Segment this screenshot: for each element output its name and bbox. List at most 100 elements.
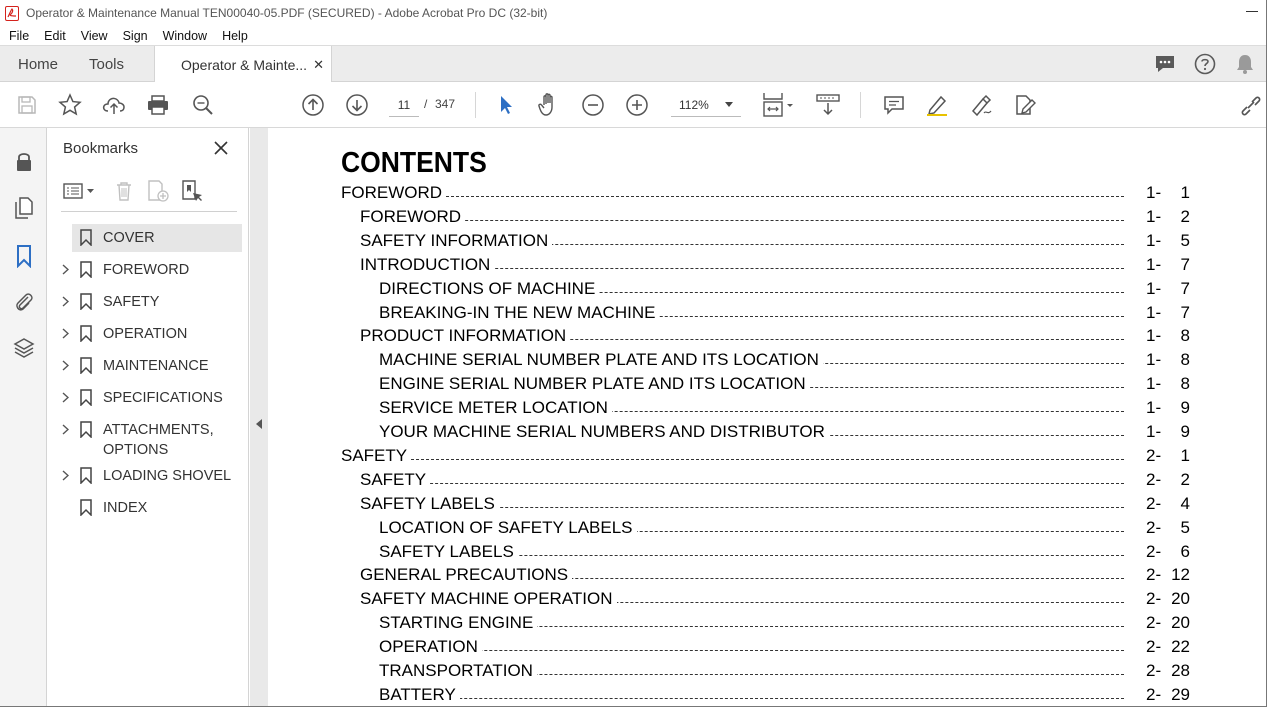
page-fit-icon[interactable]	[760, 92, 796, 118]
menu-file[interactable]: File	[9, 29, 29, 43]
chevron-right-icon[interactable]	[61, 423, 69, 435]
toc-row[interactable]: PRODUCT INFORMATION 1- 8	[268, 326, 1267, 350]
chevron-right-icon[interactable]	[61, 391, 69, 403]
share-link-icon[interactable]	[1238, 92, 1264, 118]
bookmark-flag-icon	[80, 228, 92, 246]
star-icon[interactable]	[57, 92, 83, 118]
edit-pdf-icon[interactable]	[1012, 92, 1038, 118]
hand-tool-icon[interactable]	[536, 92, 562, 118]
find-bookmark-icon[interactable]	[179, 178, 205, 204]
bookmark-item-safety[interactable]: SAFETY	[47, 288, 249, 316]
select-cursor-icon[interactable]	[493, 92, 519, 118]
menu-window[interactable]: Window	[163, 29, 207, 43]
toc-page-number: 1	[1180, 445, 1190, 465]
delete-bookmark-icon[interactable]	[111, 178, 137, 204]
toc-row[interactable]: BREAKING-IN THE NEW MACHINE 1- 7	[268, 302, 1267, 327]
bookmark-item-specifications[interactable]: SPECIFICATIONS	[47, 384, 249, 412]
toc-row[interactable]: OPERATION 2- 22	[268, 637, 1267, 661]
draw-sign-icon[interactable]	[968, 92, 994, 118]
toc-entry: SAFETY LABELS	[379, 541, 518, 562]
previous-page-icon[interactable]	[300, 92, 326, 118]
bookmark-options-icon[interactable]	[61, 178, 97, 204]
toc-entry: PRODUCT INFORMATION	[360, 326, 571, 347]
zoom-level-value: 112%	[679, 97, 709, 112]
toc-row[interactable]: SAFETY LABELS 2- 4	[268, 493, 1267, 518]
bookmark-item-attachments[interactable]: ATTACHMENTS, OPTIONS	[47, 416, 249, 458]
new-bookmark-icon[interactable]	[145, 178, 171, 204]
bookmark-item-operation[interactable]: OPERATION	[47, 320, 249, 348]
page-thumbnails-icon[interactable]	[12, 196, 36, 220]
minimize-icon[interactable]	[1245, 5, 1259, 19]
bookmark-label: MAINTENANCE	[103, 358, 209, 374]
toc-row[interactable]: ENGINE SERIAL NUMBER PLATE AND ITS LOCAT…	[268, 374, 1267, 398]
chevron-right-icon[interactable]	[61, 359, 69, 371]
toc-row[interactable]: SAFETY LABELS 2- 6	[268, 541, 1267, 566]
close-panel-icon[interactable]	[212, 139, 230, 157]
document-view[interactable]: CONTENTS FOREWORD 1- 1 FOREWORD 1- 2 SAFETY IN…	[268, 128, 1267, 707]
lock-icon[interactable]	[12, 150, 36, 174]
bookmark-item-maintenance[interactable]: MAINTENANCE	[47, 352, 249, 380]
toc-row[interactable]: FOREWORD 1- 1	[268, 183, 1267, 207]
toc-row[interactable]: INTRODUCTION 1- 7	[268, 254, 1267, 279]
toc-row[interactable]: YOUR MACHINE SERIAL NUMBERS AND DISTRIBU…	[268, 422, 1267, 446]
save-icon[interactable]	[14, 92, 40, 118]
page-separator: /	[424, 97, 428, 111]
toc-page-number: 20	[1171, 613, 1190, 633]
highlight-pen-icon[interactable]	[924, 92, 950, 118]
zoom-level-select[interactable]: 112%	[671, 93, 741, 117]
close-tab-icon[interactable]: ✕	[313, 57, 324, 73]
toc-row[interactable]: SERVICE METER LOCATION 1- 9	[268, 398, 1267, 422]
menu-sign[interactable]: Sign	[123, 29, 148, 43]
toolbar-divider	[860, 92, 861, 118]
toc-row[interactable]: STARTING ENGINE 2- 20	[268, 613, 1267, 637]
bookmark-item-index[interactable]: INDEX	[47, 494, 249, 522]
toc-row[interactable]: FOREWORD 1- 2	[268, 206, 1267, 231]
notifications-bell-icon[interactable]	[1233, 52, 1257, 76]
comment-bubble-icon[interactable]	[1153, 52, 1177, 76]
chevron-right-icon[interactable]	[61, 295, 69, 307]
print-icon[interactable]	[145, 92, 171, 118]
zoom-out-icon[interactable]	[580, 92, 606, 118]
tab-home[interactable]: Home	[18, 46, 58, 82]
bookmark-item-loading-shovel[interactable]: LOADING SHOVEL	[47, 462, 249, 490]
toc-chapter-number: 1-	[1146, 183, 1162, 202]
toc-row[interactable]: MACHINE SERIAL NUMBER PLATE AND ITS LOCA…	[268, 350, 1267, 374]
toc-row[interactable]: SAFETY 2- 1	[268, 445, 1267, 470]
toc-row[interactable]: SAFETY 2- 2	[268, 469, 1267, 494]
menu-view[interactable]: View	[81, 29, 108, 43]
toc-dot-leader	[379, 650, 1124, 652]
toc-chapter-number: 2-	[1146, 684, 1162, 704]
chevron-right-icon[interactable]	[61, 263, 69, 275]
toc-row[interactable]: SAFETY INFORMATION 1- 5	[268, 230, 1267, 255]
layers-icon[interactable]	[12, 336, 36, 360]
scroll-mode-icon[interactable]	[815, 92, 841, 118]
toc-row[interactable]: SAFETY MACHINE OPERATION 2- 20	[268, 589, 1267, 613]
bookmark-label: ATTACHMENTS, OPTIONS	[103, 422, 214, 458]
bookmark-item-foreword[interactable]: FOREWORD	[47, 256, 249, 284]
toc-chapter-number: 2-	[1146, 517, 1162, 537]
chevron-right-icon[interactable]	[61, 469, 69, 481]
toc-row[interactable]: LOCATION OF SAFETY LABELS 2- 5	[268, 517, 1267, 542]
page-number-input[interactable]	[389, 93, 419, 117]
next-page-icon[interactable]	[344, 92, 370, 118]
bookmarks-panel-icon[interactable]	[12, 244, 36, 268]
toc-row[interactable]: GENERAL PRECAUTIONS 2- 12	[268, 565, 1267, 589]
toc-row[interactable]: DIRECTIONS OF MACHINE 1- 7	[268, 278, 1267, 303]
toc-row[interactable]: BATTERY 2- 29	[268, 684, 1267, 707]
toc-entry: SAFETY	[341, 445, 412, 466]
attachments-paperclip-icon[interactable]	[12, 290, 36, 314]
add-comment-icon[interactable]	[881, 92, 907, 118]
menu-edit[interactable]: Edit	[44, 29, 66, 43]
menu-help[interactable]: Help	[222, 29, 248, 43]
help-icon[interactable]	[1193, 52, 1217, 76]
tab-tools[interactable]: Tools	[89, 46, 124, 82]
upload-cloud-icon[interactable]	[101, 92, 127, 118]
search-zoom-icon[interactable]	[190, 92, 216, 118]
toc-row[interactable]: TRANSPORTATION 2- 28	[268, 661, 1267, 685]
zoom-in-icon[interactable]	[624, 92, 650, 118]
tab-document[interactable]: Operator & Mainte... ✕	[154, 46, 332, 83]
toc-dot-leader	[341, 196, 1124, 197]
bookmark-item-cover[interactable]: COVER	[47, 224, 249, 252]
chevron-right-icon[interactable]	[61, 327, 69, 339]
panel-collapse-handle[interactable]	[250, 128, 268, 707]
